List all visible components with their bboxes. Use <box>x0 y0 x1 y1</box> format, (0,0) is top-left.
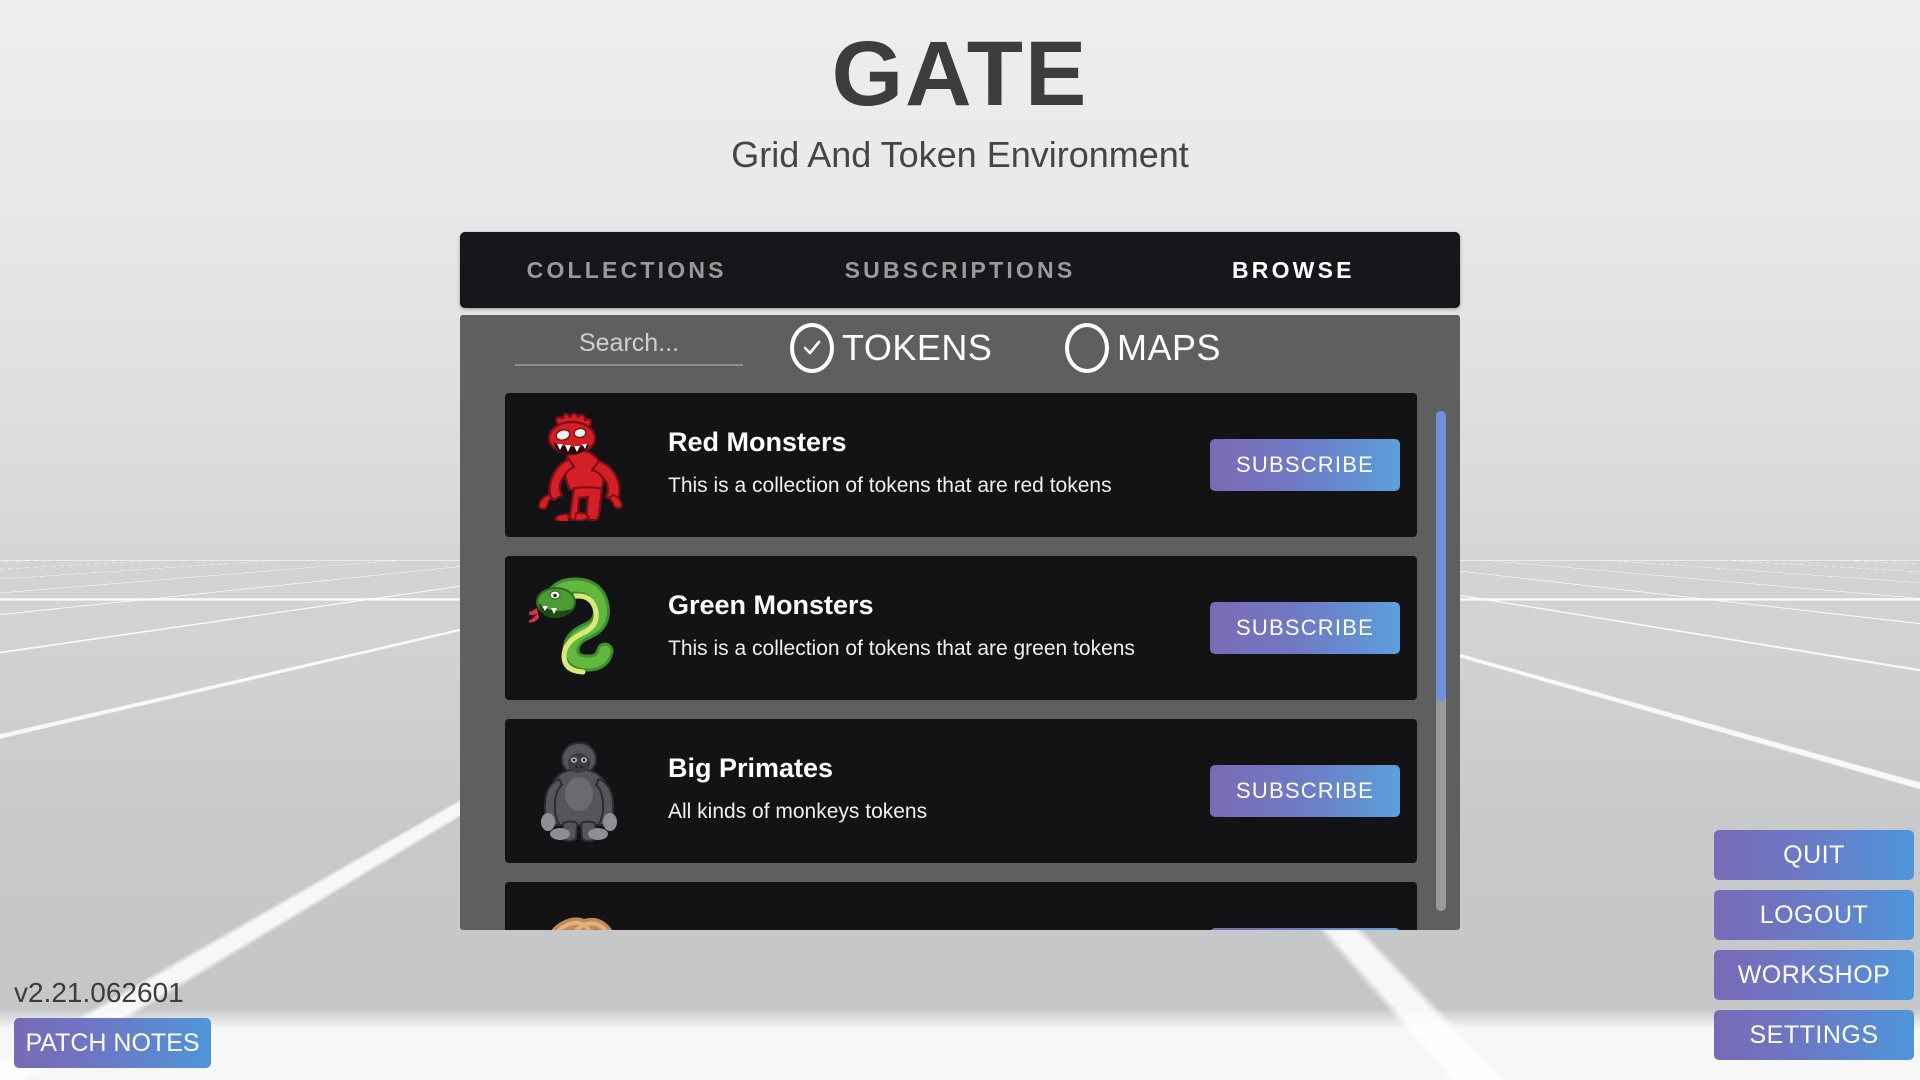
list-item-description: All kinds of monkeys tokens <box>668 799 928 823</box>
app-title: GATE <box>831 23 1089 125</box>
search-underline <box>515 364 743 366</box>
app-subtitle: Grid And Token Environment <box>731 133 1189 175</box>
list-item[interactable]: Underwater Adventures SUBSCRIBE <box>505 882 1417 930</box>
octopus-tentacles-token-icon <box>523 894 635 930</box>
list-item-description: This is a collection of tokens that are … <box>668 636 1135 660</box>
collection-list: Red Monsters This is a collection of tok… <box>505 393 1417 930</box>
radio-tokens[interactable]: TOKENS <box>790 323 992 373</box>
green-snake-token-icon <box>523 568 635 688</box>
tab-browse[interactable]: BROWSE <box>1127 257 1460 284</box>
patch-notes-button[interactable]: PATCH NOTES <box>14 1018 211 1068</box>
list-item-description: This is a collection of tokens that are … <box>668 473 1112 497</box>
radio-checked-icon <box>790 323 834 373</box>
collection-list-viewport[interactable]: Red Monsters This is a collection of tok… <box>460 393 1460 930</box>
search-input[interactable] <box>515 329 743 364</box>
tab-subscriptions[interactable]: SUBSCRIPTIONS <box>793 257 1126 284</box>
gorilla-token-icon <box>523 731 635 851</box>
list-item[interactable]: Big Primates All kinds of monkeys tokens… <box>505 719 1417 863</box>
main-menu: QUIT LOGOUT WORKSHOP SETTINGS <box>1714 830 1914 1060</box>
subscribe-button[interactable]: SUBSCRIBE <box>1210 439 1400 491</box>
logout-button[interactable]: LOGOUT <box>1714 890 1914 940</box>
list-item-title: Red Monsters <box>668 426 847 457</box>
list-item-text: Big Primates All kinds of monkeys tokens <box>635 753 1210 829</box>
radio-maps[interactable]: MAPS <box>1065 323 1221 373</box>
subscribe-button[interactable]: SUBSCRIBE <box>1210 928 1400 930</box>
version-label: v2.21.062601 <box>14 977 184 1008</box>
search-field-wrapper <box>515 329 743 366</box>
tab-bar: COLLECTIONS SUBSCRIPTIONS BROWSE <box>460 232 1460 308</box>
radio-maps-label: MAPS <box>1117 327 1222 368</box>
list-item[interactable]: Red Monsters This is a collection of tok… <box>505 393 1417 537</box>
scrollbar-thumb[interactable] <box>1436 411 1446 701</box>
list-item-text: Green Monsters This is a collection of t… <box>635 590 1210 666</box>
list-item-title: Green Monsters <box>668 589 874 620</box>
radio-tokens-label: TOKENS <box>842 327 993 368</box>
subscribe-button[interactable]: SUBSCRIBE <box>1210 602 1400 654</box>
radio-unchecked-icon <box>1065 323 1109 373</box>
tab-collections[interactable]: COLLECTIONS <box>460 257 793 284</box>
list-item[interactable]: Green Monsters This is a collection of t… <box>505 556 1417 700</box>
list-scrollbar[interactable] <box>1436 411 1446 911</box>
list-item-text: Red Monsters This is a collection of tok… <box>635 427 1210 503</box>
settings-button[interactable]: SETTINGS <box>1714 1010 1914 1060</box>
content-panel: TOKENS MAPS <box>460 315 1460 930</box>
filter-bar: TOKENS MAPS <box>460 315 1460 393</box>
workshop-button[interactable]: WORKSHOP <box>1714 950 1914 1000</box>
red-monster-token-icon <box>523 405 635 525</box>
subscribe-button[interactable]: SUBSCRIBE <box>1210 765 1400 817</box>
list-item-title: Big Primates <box>668 752 834 783</box>
quit-button[interactable]: QUIT <box>1714 830 1914 880</box>
title-block: GATE Grid And Token Environment <box>0 23 1920 176</box>
